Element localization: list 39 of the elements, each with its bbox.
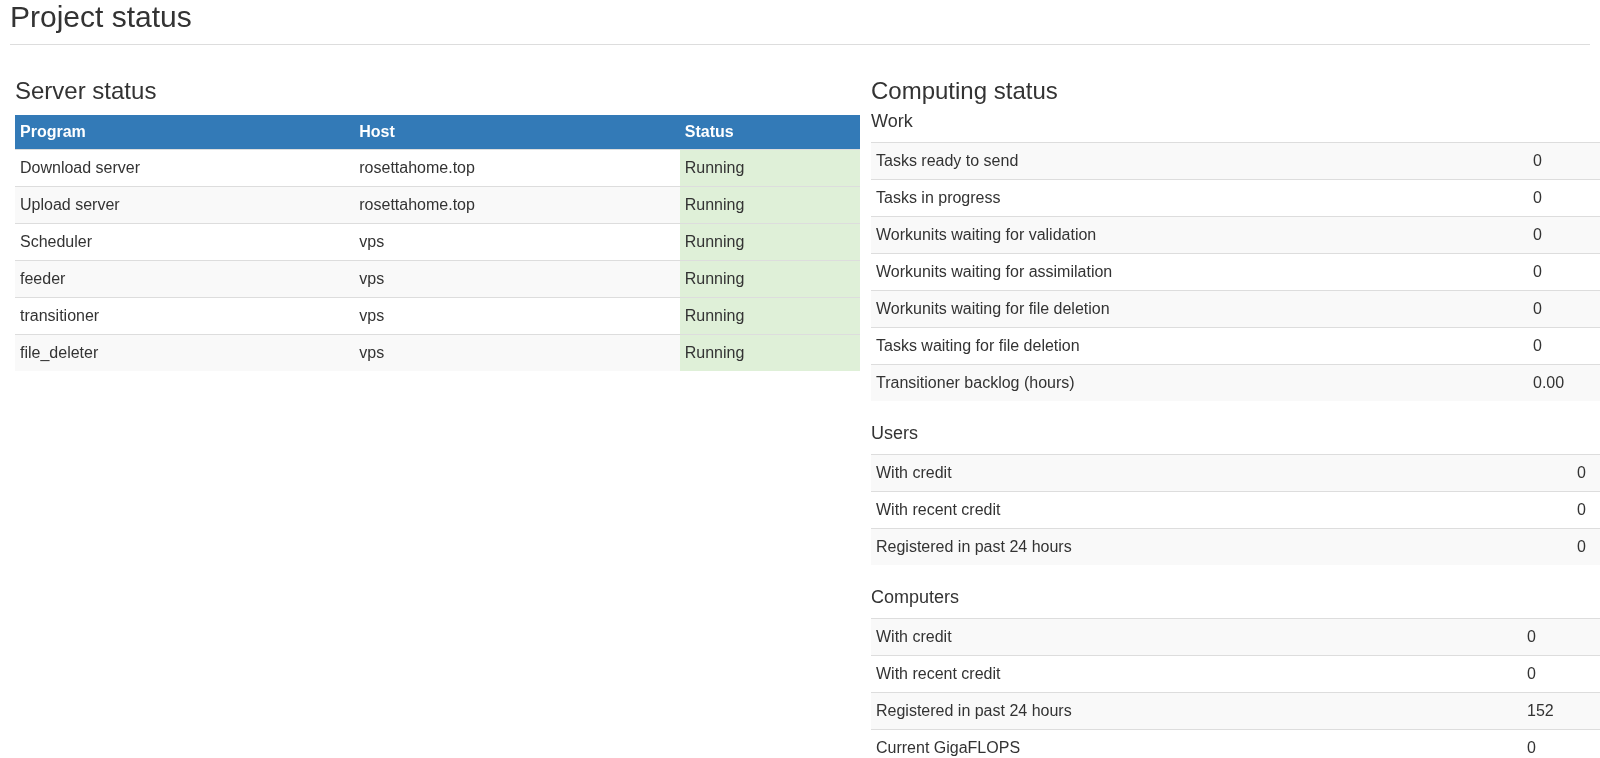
table-cell: Registered in past 24 hours <box>871 692 1522 730</box>
column-header: Status <box>679 115 860 150</box>
table-cell: 0 <box>1522 729 1600 758</box>
status-cell: Running <box>679 149 860 187</box>
status-cell: Running <box>679 260 860 298</box>
table-cell: feeder <box>15 260 355 298</box>
subsection-title: Work <box>871 111 914 132</box>
section-title: Server status <box>15 77 158 105</box>
status-cell: Running <box>679 297 860 335</box>
table-cell: Current GigaFLOPS <box>871 729 1522 758</box>
table-cell: file_deleter <box>15 334 355 371</box>
page-title: Project status <box>9 0 193 35</box>
column-header: Host <box>354 115 680 150</box>
subsection-title: Users <box>871 423 919 444</box>
table-cell: Workunits waiting for file deletion <box>871 290 1528 328</box>
table-cell: Transitioner backlog (hours) <box>871 364 1528 401</box>
table-cell: rosettahome.top <box>354 186 680 224</box>
table-cell: 0 <box>1528 290 1600 328</box>
table-cell: With credit <box>871 454 1572 492</box>
table-cell: 0 <box>1528 216 1600 254</box>
table-cell: 0 <box>1572 454 1600 492</box>
table-cell: 152 <box>1522 692 1600 730</box>
subsection-title: Computers <box>871 587 961 608</box>
table-cell: vps <box>354 260 680 298</box>
status-cell: Running <box>679 223 860 261</box>
table-cell: 0 <box>1572 528 1600 565</box>
table-cell: Workunits waiting for validation <box>871 216 1528 254</box>
table-cell: With credit <box>871 618 1522 656</box>
table-cell: 0 <box>1528 142 1600 180</box>
section-title: Computing status <box>871 77 1059 105</box>
status-cell: Running <box>679 334 860 371</box>
table-cell: Upload server <box>15 186 355 224</box>
table-cell: vps <box>354 334 680 371</box>
status-cell: Running <box>679 186 860 224</box>
table-cell: 0 <box>1522 618 1600 656</box>
table-cell: Tasks ready to send <box>871 142 1528 180</box>
table-cell: Registered in past 24 hours <box>871 528 1572 565</box>
table-cell: 0.00 <box>1528 364 1600 401</box>
column-header: Program <box>15 115 355 150</box>
